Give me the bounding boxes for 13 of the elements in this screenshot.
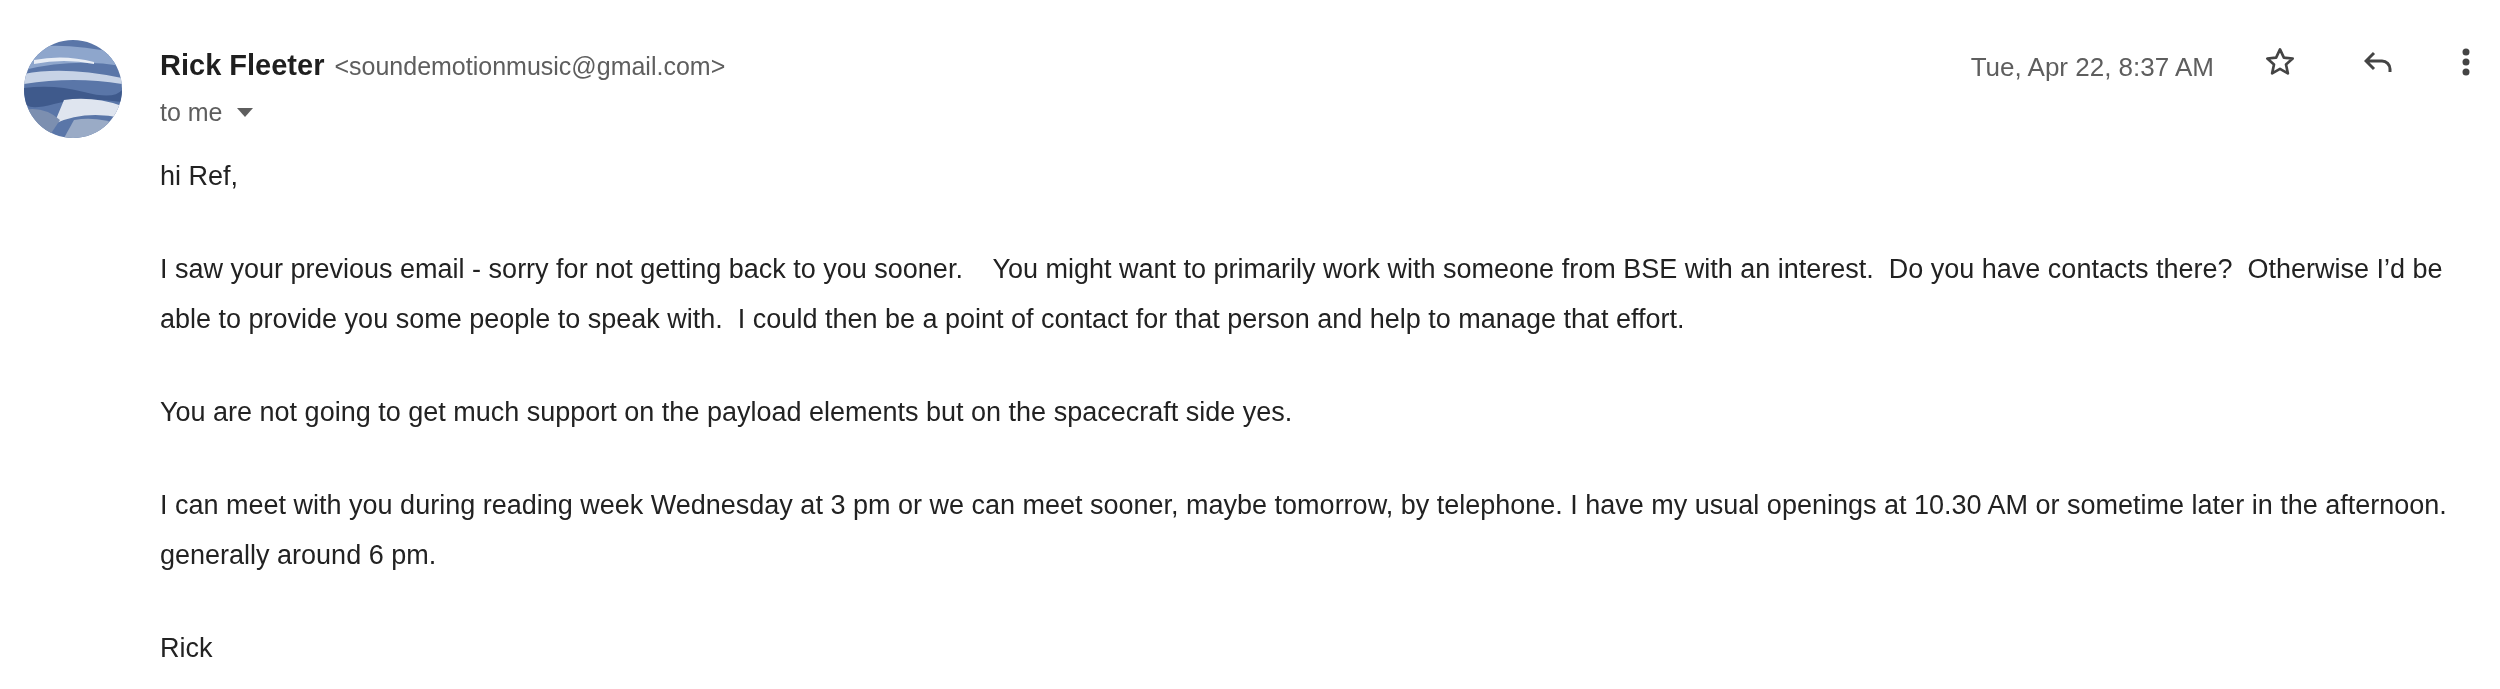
sender-name: Rick Fleeter	[160, 48, 325, 83]
email-date: Tue, Apr 22, 8:37 AM	[1970, 51, 2214, 84]
message-paragraph: Rick	[160, 632, 214, 665]
star-icon	[2264, 46, 2296, 78]
message-paragraph: I saw your previous email - sorry for not getting back to you sooner. You might want to primarily work with someone from BSE with an interest. Do you have contacts there? Otherwise I’d be able to provide you some people to speak with. I could then be a point of contact for that person and help to manage that effort.	[160, 253, 2444, 336]
message-paragraph: I can meet with you during reading week Wednesday at 3 pm or we can meet sooner, maybe tomorrow, by telephone. I have my usual openings at 10.30 AM or sometime later in the afternoon. generally around 6 pm.	[160, 489, 2448, 572]
message-paragraph: You are not going to get much support on the payload elements but on the spacecraft side yes.	[160, 396, 1294, 429]
reply-icon	[2364, 51, 2392, 73]
caret-icon	[236, 107, 253, 117]
recipient-details[interactable]: to me	[160, 93, 253, 131]
sender-email: <soundemotionmusic@gmail.com>	[334, 51, 726, 82]
more-icon	[2462, 48, 2470, 76]
message-paragraph: hi Ref,	[160, 160, 240, 193]
